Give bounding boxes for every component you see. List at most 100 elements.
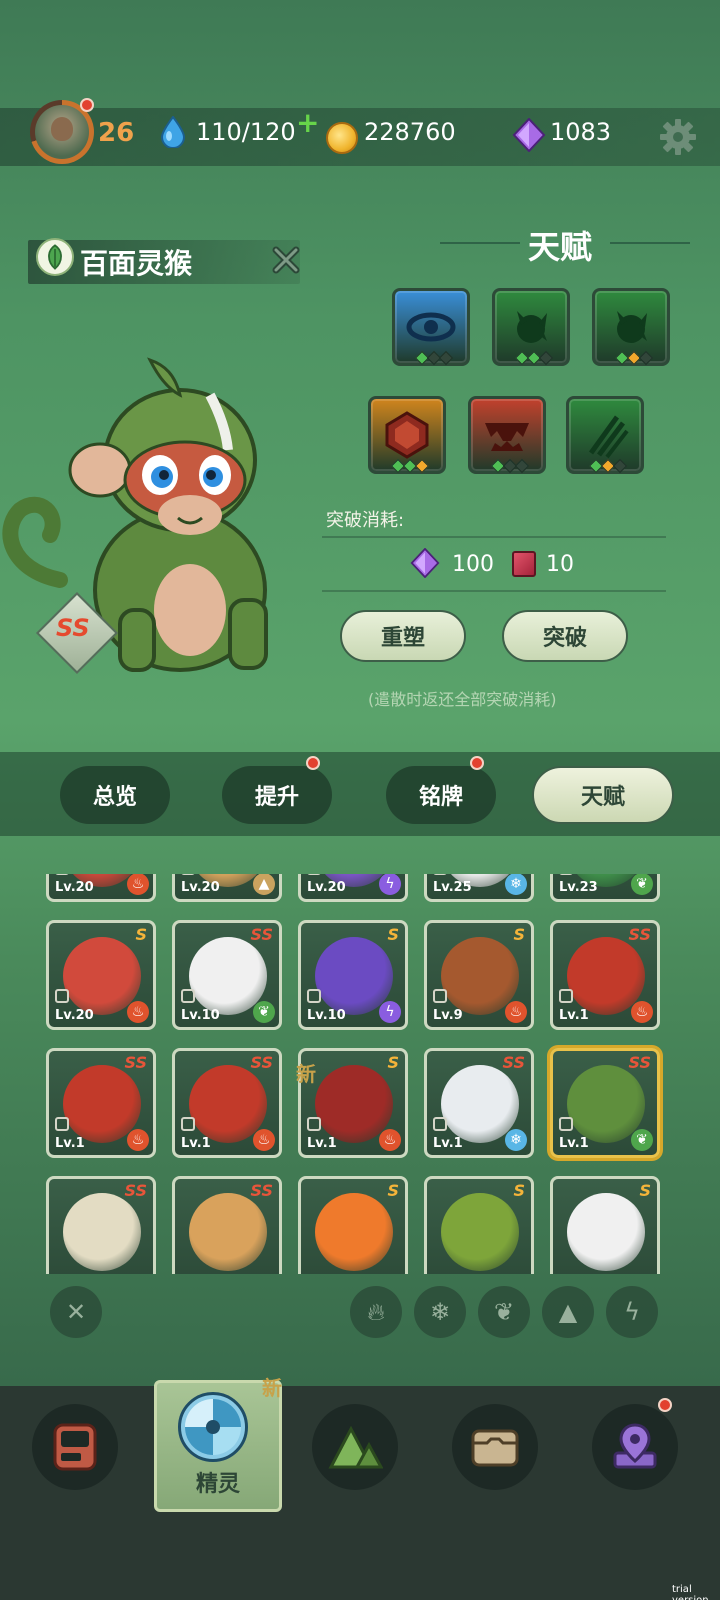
claw-icon <box>517 311 547 343</box>
creature-card[interactable]: S <box>424 1176 534 1274</box>
creature-rank: S <box>387 1181 399 1200</box>
creature-card[interactable]: SS Lv.1 ♨ <box>172 1048 282 1158</box>
creature-rank: SS <box>502 1053 525 1072</box>
rank-badge-label: SS <box>56 614 90 642</box>
talent-card-2[interactable] <box>492 288 570 366</box>
creature-level: Lv.1 <box>559 1136 589 1151</box>
wood-element-badge <box>36 238 74 276</box>
breakthrough-button[interactable]: 突破 <box>502 610 628 662</box>
creature-portrait <box>315 1193 393 1271</box>
fire-element-icon: ♨ <box>127 1129 149 1151</box>
filter-earth-button[interactable]: ▲ <box>542 1286 594 1338</box>
tab-upgrade-notification-dot <box>306 756 320 770</box>
clear-filter-button[interactable]: ✕ <box>50 1286 102 1338</box>
creature-level: Lv.10 <box>181 1008 220 1023</box>
claw-icon <box>617 311 647 343</box>
creature-rank: SS <box>124 1181 147 1200</box>
creature-card[interactable]: S Lv.9 ♨ <box>424 920 534 1030</box>
creature-level: Lv.1 <box>181 1136 211 1151</box>
ice-element-icon: ❄ <box>505 1129 527 1151</box>
talent-card-5[interactable] <box>468 396 546 474</box>
fire-icon: 🔥︎ <box>367 1298 385 1326</box>
creature-card[interactable]: Lv.20 ▲ <box>172 874 282 902</box>
creature-card[interactable]: Lv.23 ❦ <box>550 874 660 902</box>
creature-card[interactable]: SS Lv.1 ♨ <box>46 1048 156 1158</box>
lock-icon <box>181 989 195 1003</box>
scratch-icon <box>588 415 629 459</box>
talent-level-pips <box>509 350 559 366</box>
talent-card-3[interactable] <box>592 288 670 366</box>
creature-portrait <box>189 1193 267 1271</box>
tab-upgrade[interactable]: 提升 <box>222 766 332 824</box>
tab-nameplate[interactable]: 铭牌 <box>386 766 496 824</box>
creature-rank: S <box>639 1181 651 1200</box>
creature-level: Lv.20 <box>307 880 346 895</box>
leaf-icon <box>48 244 62 270</box>
talent-card-1[interactable] <box>392 288 470 366</box>
reset-button[interactable]: 重塑 <box>340 610 466 662</box>
lock-icon <box>433 874 447 875</box>
lock-icon <box>559 989 573 1003</box>
creature-grid: Lv.20 ♨ Lv.20 ▲ Lv.20 ϟ Lv.25 ❄ Lv.23 ❦ S Lv.20 ♨ SS L… <box>0 874 720 1274</box>
creature-rank: S <box>135 925 147 944</box>
creature-card[interactable]: SS <box>46 1176 156 1274</box>
creature-card[interactable]: S Lv.20 ♨ <box>46 920 156 1030</box>
add-energy-plus-icon[interactable]: + <box>296 109 319 137</box>
fire-element-icon: ♨ <box>127 1001 149 1023</box>
creature-level: Lv.9 <box>433 1008 463 1023</box>
nav-map-button[interactable] <box>592 1404 678 1490</box>
creature-card[interactable]: S <box>298 1176 408 1274</box>
avatar-notification-dot <box>80 98 94 112</box>
creature-card[interactable]: S <box>550 1176 660 1274</box>
creature-level: Lv.23 <box>559 880 598 895</box>
lock-icon <box>55 874 69 875</box>
fire-element-icon: ♨ <box>379 1129 401 1151</box>
settings-gear-icon[interactable] <box>658 117 698 157</box>
creature-card[interactable]: Lv.20 ♨ <box>46 874 156 902</box>
fang-icon <box>485 423 529 451</box>
shield-icon <box>385 411 429 459</box>
creature-card[interactable]: SS Lv.1 ♨ <box>550 920 660 1030</box>
filter-thunder-button[interactable]: ϟ <box>606 1286 658 1338</box>
gems-value: 1083 <box>550 118 612 146</box>
creature-card[interactable]: SS Lv.1 ❄ <box>424 1048 534 1158</box>
creature-card[interactable]: SS Lv.1 ❦ <box>550 1048 660 1158</box>
title-ornament-left <box>440 242 520 244</box>
shop-icon <box>53 1423 97 1471</box>
talent-title: 天赋 <box>528 228 593 266</box>
level-pip <box>414 458 430 474</box>
level-pip <box>612 458 628 474</box>
creature-rank: S <box>513 1181 525 1200</box>
creature-card[interactable]: Lv.25 ❄ <box>424 874 534 902</box>
lock-icon <box>55 1117 69 1131</box>
new-marker: 新 <box>296 1062 316 1086</box>
filter-wood-button[interactable]: ❦ <box>478 1286 530 1338</box>
filter-ice-button[interactable]: ❄ <box>414 1286 466 1338</box>
creature-card[interactable]: SS Lv.10 ❦ <box>172 920 282 1030</box>
creature-rank: SS <box>124 1053 147 1072</box>
filter-fire-button[interactable]: 🔥︎ <box>350 1286 402 1338</box>
wood-element-icon: ❦ <box>631 1129 653 1151</box>
nav-adventure-button[interactable] <box>312 1404 398 1490</box>
creature-card[interactable]: SS <box>172 1176 282 1274</box>
creature-card[interactable]: S Lv.10 ϟ <box>298 920 408 1030</box>
lock-icon <box>433 1117 447 1131</box>
creature-level: Lv.1 <box>307 1136 337 1151</box>
tab-talent[interactable]: 天赋 <box>532 766 674 824</box>
creature-level: Lv.1 <box>433 1136 463 1151</box>
tab-overview[interactable]: 总览 <box>60 766 170 824</box>
creature-level: Lv.1 <box>55 1136 85 1151</box>
talent-card-6[interactable] <box>566 396 644 474</box>
nav-inventory-button[interactable] <box>452 1404 538 1490</box>
thunder-element-icon: ϟ <box>379 874 401 895</box>
nav-shop-button[interactable] <box>32 1404 118 1490</box>
lock-icon <box>307 1117 321 1131</box>
creature-rank: SS <box>250 925 273 944</box>
level-pip <box>514 458 530 474</box>
map-pin-icon <box>613 1423 657 1469</box>
talent-card-4[interactable] <box>368 396 446 474</box>
creature-rank: SS <box>250 1181 273 1200</box>
creature-card[interactable]: Lv.20 ϟ <box>298 874 408 902</box>
wood-element-icon: ❦ <box>253 1001 275 1023</box>
swap-x-icon[interactable] <box>270 244 302 276</box>
